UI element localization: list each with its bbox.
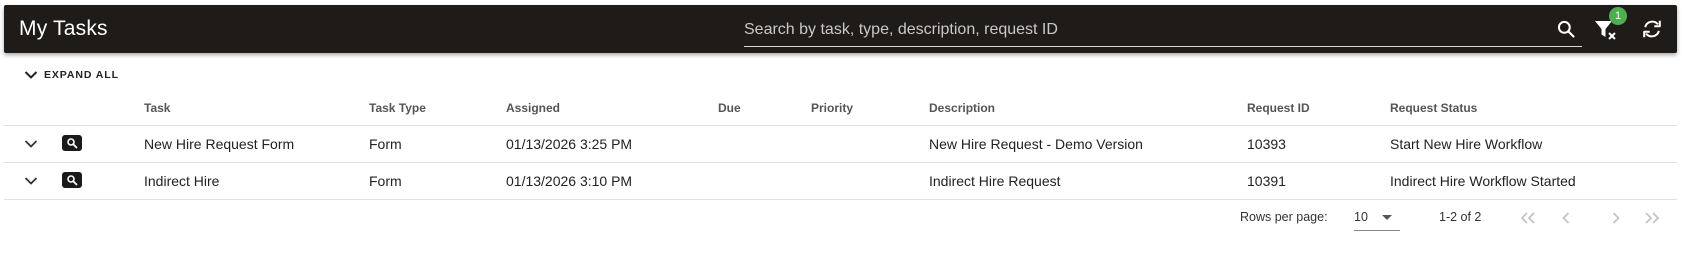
rows-per-page-value: 10: [1354, 210, 1368, 224]
column-header-due[interactable]: Due: [718, 92, 811, 126]
cell-task: New Hire Request Form: [144, 125, 369, 163]
dropdown-arrow-icon: [1382, 215, 1392, 220]
first-page-icon[interactable]: [1516, 207, 1540, 229]
page-title: My Tasks: [19, 17, 108, 40]
view-task-search-icon[interactable]: [62, 172, 82, 188]
view-task-search-icon[interactable]: [62, 135, 82, 151]
pagination-range: 1-2 of 2: [1439, 210, 1482, 224]
column-header-request-status[interactable]: Request Status: [1390, 92, 1677, 126]
table-row[interactable]: Indirect Hire Form 01/13/2026 3:10 PM In…: [4, 162, 1677, 200]
app-toolbar: My Tasks 1: [4, 5, 1677, 53]
search-input[interactable]: [744, 19, 1534, 41]
cell-due: [718, 125, 811, 163]
column-header-task-type[interactable]: Task Type: [369, 92, 506, 126]
cell-description: Indirect Hire Request: [929, 162, 1247, 200]
tasks-table: Task Task Type Assigned Due Priority Des…: [4, 92, 1677, 200]
cell-request-id: 10391: [1247, 162, 1390, 200]
next-page-icon[interactable]: [1604, 207, 1628, 229]
expand-all-label: EXPAND ALL: [44, 69, 119, 81]
filter-count-badge: 1: [1609, 7, 1627, 25]
expand-column-header: [4, 92, 56, 126]
refresh-icon[interactable]: [1636, 13, 1668, 45]
column-header-request-id[interactable]: Request ID: [1247, 92, 1390, 126]
cell-priority: [811, 125, 929, 163]
expand-row-chevron-icon[interactable]: [24, 173, 38, 189]
cell-assigned: 01/13/2026 3:25 PM: [506, 125, 718, 163]
last-page-icon[interactable]: [1640, 207, 1664, 229]
cell-task-type: Form: [369, 162, 506, 200]
search-icon[interactable]: [1550, 13, 1582, 45]
cell-task: Indirect Hire: [144, 162, 369, 200]
pagination-bar: Rows per page: 10 1-2 of 2: [0, 205, 1682, 231]
cell-request-id: 10393: [1247, 125, 1390, 163]
cell-description: New Hire Request - Demo Version: [929, 125, 1247, 163]
cell-task-type: Form: [369, 125, 506, 163]
rows-per-page-select[interactable]: 10: [1354, 205, 1400, 231]
table-row[interactable]: New Hire Request Form Form 01/13/2026 3:…: [4, 125, 1677, 163]
previous-page-icon[interactable]: [1554, 207, 1578, 229]
cell-request-status: Indirect Hire Workflow Started: [1390, 162, 1677, 200]
column-header-assigned[interactable]: Assigned: [506, 92, 718, 126]
expand-all-button[interactable]: EXPAND ALL: [24, 65, 119, 85]
cell-request-status: Start New Hire Workflow: [1390, 125, 1677, 163]
column-header-task[interactable]: Task: [144, 92, 369, 126]
table-header-row: Task Task Type Assigned Due Priority Des…: [4, 92, 1677, 126]
cell-assigned: 01/13/2026 3:10 PM: [506, 162, 718, 200]
rows-per-page-label: Rows per page:: [1240, 210, 1328, 224]
view-column-header: [56, 92, 144, 126]
column-header-priority[interactable]: Priority: [811, 92, 929, 126]
expand-row-chevron-icon[interactable]: [24, 136, 38, 152]
cell-priority: [811, 162, 929, 200]
cell-due: [718, 162, 811, 200]
column-header-description[interactable]: Description: [929, 92, 1247, 126]
chevron-down-icon: [24, 71, 38, 79]
search-field[interactable]: [744, 13, 1582, 47]
